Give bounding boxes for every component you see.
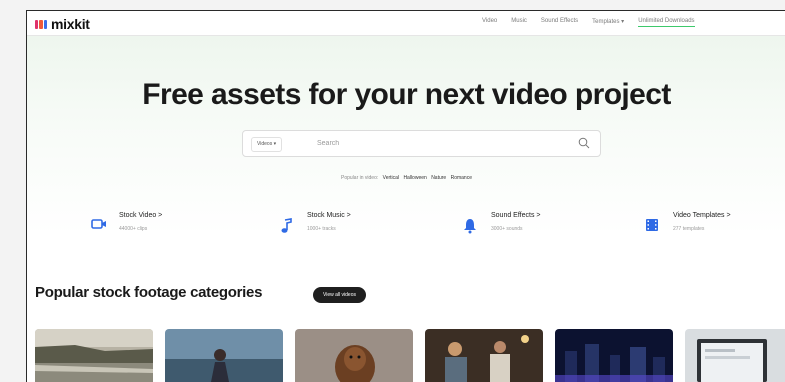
bell-icon bbox=[464, 219, 476, 234]
brand-logo[interactable]: mixkit bbox=[35, 16, 90, 32]
section-title: Popular stock footage categories bbox=[35, 284, 263, 301]
nav-link-templates[interactable]: Templates ▾ bbox=[592, 18, 624, 27]
brand-name: mixkit bbox=[51, 16, 90, 32]
laptop-screen-thumbnail[interactable] bbox=[685, 329, 785, 382]
music-note-icon bbox=[281, 218, 292, 233]
top-navbar: mixkit Video Music Sound Effects Templat… bbox=[27, 11, 785, 36]
nav-link-unlimited-downloads[interactable]: Unlimited Downloads bbox=[638, 18, 695, 27]
category-title: Stock Music > bbox=[307, 212, 351, 219]
category-title: Stock Video > bbox=[119, 212, 163, 219]
nav-link-video[interactable]: Video bbox=[482, 18, 497, 27]
view-all-videos-button[interactable]: View all videos bbox=[313, 287, 366, 303]
category-count: 1000+ tracks bbox=[307, 226, 336, 232]
category-title: Sound Effects > bbox=[491, 212, 541, 219]
search-category-select[interactable]: Videos ▾ bbox=[251, 137, 283, 152]
popular-tag-halloween[interactable]: Halloween bbox=[403, 175, 426, 181]
nav-links: Video Music Sound Effects Templates ▾ Un… bbox=[482, 18, 695, 27]
film-strip-icon bbox=[646, 219, 658, 231]
search-icon[interactable] bbox=[578, 137, 590, 149]
people-dinner-thumbnail[interactable] bbox=[425, 329, 543, 382]
dog-portrait-thumbnail[interactable] bbox=[295, 329, 413, 382]
popular-label: Popular in video: bbox=[341, 175, 379, 181]
category-count: 277 templates bbox=[673, 226, 705, 232]
city-night-thumbnail[interactable] bbox=[555, 329, 673, 382]
category-count: 3000+ sounds bbox=[491, 226, 523, 232]
search-bar: Videos ▾ bbox=[242, 130, 601, 157]
category-stock-music[interactable]: Stock Music > 1000+ tracks bbox=[279, 210, 399, 250]
popular-tag-vertical[interactable]: Vertical bbox=[383, 175, 399, 181]
river-landscape-thumbnail[interactable] bbox=[35, 329, 153, 382]
popular-searches: Popular in video: Vertical Halloween Nat… bbox=[27, 175, 785, 181]
popular-tag-nature[interactable]: Nature bbox=[431, 175, 446, 181]
nav-link-music[interactable]: Music bbox=[511, 18, 527, 27]
category-video-templates[interactable]: Video Templates > 277 templates bbox=[645, 210, 775, 250]
category-stock-video[interactable]: Stock Video > 44000+ clips bbox=[91, 210, 211, 250]
browser-viewport: mixkit Video Music Sound Effects Templat… bbox=[26, 10, 785, 382]
category-count: 44000+ clips bbox=[119, 226, 148, 232]
logo-mark-icon bbox=[35, 19, 47, 29]
search-input[interactable] bbox=[317, 136, 557, 150]
video-camera-icon bbox=[91, 219, 106, 229]
category-title: Video Templates > bbox=[673, 212, 731, 219]
woman-outdoors-thumbnail[interactable] bbox=[165, 329, 283, 382]
hero-title: Free assets for your next video project bbox=[142, 78, 671, 111]
asset-categories: Stock Video > 44000+ clips Stock Music >… bbox=[27, 210, 785, 250]
nav-link-sound-effects[interactable]: Sound Effects bbox=[541, 18, 578, 27]
popular-tag-romance[interactable]: Romance bbox=[451, 175, 472, 181]
category-sound-effects[interactable]: Sound Effects > 3000+ sounds bbox=[463, 210, 593, 250]
